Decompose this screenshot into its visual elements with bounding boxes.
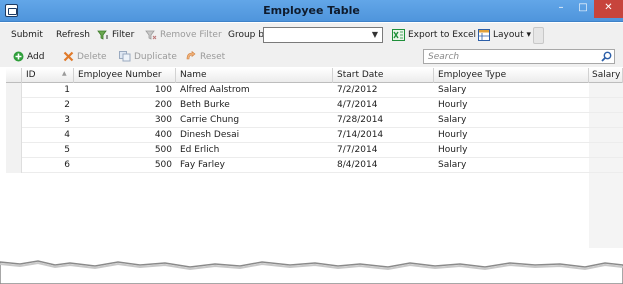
filter-button[interactable]: Filter xyxy=(97,23,134,47)
layout-label: Layout xyxy=(493,30,524,40)
table-row[interactable]: 5 500 Ed Erlich 7/7/2014 Hourly xyxy=(6,143,623,158)
cell-employee-number: 200 xyxy=(154,100,172,110)
cell-name: Dinesh Desai xyxy=(180,130,240,140)
table-row[interactable]: 6 500 Fay Farley 8/4/2014 Salary xyxy=(6,158,623,173)
cell-start-date: 7/28/2014 xyxy=(337,115,384,125)
refresh-button[interactable]: Refresh xyxy=(56,23,90,47)
row-selector[interactable] xyxy=(6,83,22,98)
cell-employee-number: 500 xyxy=(154,145,172,155)
cell-employee-type: Hourly xyxy=(438,100,468,110)
add-button[interactable]: Add xyxy=(13,47,44,67)
duplicate-icon xyxy=(119,51,131,62)
cell-name: Fay Farley xyxy=(180,160,225,170)
cell-id: 2 xyxy=(64,100,70,110)
excel-icon xyxy=(392,28,405,41)
layout-icon xyxy=(478,28,490,41)
layout-button[interactable]: Layout ▾ xyxy=(478,23,531,47)
row-selector[interactable] xyxy=(6,158,22,173)
cell-employee-type: Hourly xyxy=(438,130,468,140)
header-row-selector xyxy=(6,68,22,83)
cell-start-date: 7/14/2014 xyxy=(337,130,384,140)
torn-edge-decoration xyxy=(0,260,623,284)
search-icon[interactable] xyxy=(601,51,612,62)
export-excel-label: Export to Excel xyxy=(408,30,477,40)
row-selector[interactable] xyxy=(6,128,22,143)
duplicate-button[interactable]: Duplicate xyxy=(119,47,177,67)
table-row[interactable]: 2 200 Beth Burke 4/7/2014 Hourly xyxy=(6,98,623,113)
reset-label: Reset xyxy=(200,52,226,62)
cell-start-date: 7/2/2012 xyxy=(337,85,378,95)
row-selector[interactable] xyxy=(6,98,22,113)
duplicate-label: Duplicate xyxy=(134,52,177,62)
delete-label: Delete xyxy=(77,52,107,62)
cell-employee-number: 500 xyxy=(154,160,172,170)
cell-name: Ed Erlich xyxy=(180,145,220,155)
col-header-name[interactable]: Name xyxy=(176,68,333,83)
cell-name: Carrie Chung xyxy=(180,115,240,125)
cell-employee-number: 100 xyxy=(154,85,172,95)
sort-arrow-icon: ▲ xyxy=(62,70,67,77)
row-actions-toolbar: Add Delete Duplicate Reset xyxy=(0,47,623,67)
layout-caret: ▾ xyxy=(526,30,532,40)
col-header-employee-type[interactable]: Employee Type xyxy=(434,68,589,83)
cell-employee-number: 300 xyxy=(154,115,172,125)
export-excel-button[interactable]: Export to Excel xyxy=(392,23,476,47)
cell-start-date: 7/7/2014 xyxy=(337,145,378,155)
col-header-id[interactable]: ID ▲ xyxy=(22,68,74,83)
group-by-select[interactable]: ▼ xyxy=(263,27,383,43)
search-input[interactable] xyxy=(424,50,594,63)
row-selector[interactable] xyxy=(6,143,22,158)
delete-button[interactable]: Delete xyxy=(63,47,107,67)
col-header-salary[interactable]: Salary xyxy=(589,68,623,83)
funnel-remove-icon xyxy=(145,30,157,40)
close-button[interactable]: ✕ xyxy=(594,0,623,18)
cell-employee-type: Salary xyxy=(438,85,467,95)
cell-name: Alfred Aalstrom xyxy=(180,85,250,95)
window-title: Employee Table xyxy=(263,4,360,17)
table-row[interactable]: 4 400 Dinesh Desai 7/14/2014 Hourly xyxy=(6,128,623,143)
minimize-button[interactable]: – xyxy=(550,0,572,18)
cell-id: 5 xyxy=(64,145,70,155)
main-toolbar: Submit Refresh Filter Remove Filter Grou… xyxy=(0,23,623,47)
remove-filter-button[interactable]: Remove Filter xyxy=(145,23,222,47)
cell-employee-number: 400 xyxy=(154,130,172,140)
grid-header: ID ▲ Employee Number Name Start Date Emp… xyxy=(6,68,623,83)
table-row[interactable]: 3 300 Carrie Chung 7/28/2014 Salary xyxy=(6,113,623,128)
maximize-button[interactable]: □ xyxy=(572,0,594,18)
cell-id: 4 xyxy=(64,130,70,140)
reset-icon xyxy=(186,51,196,60)
col-header-employee-number[interactable]: Employee Number xyxy=(74,68,176,83)
row-selector[interactable] xyxy=(6,113,22,128)
cell-employee-type: Salary xyxy=(438,160,467,170)
col-header-start-date[interactable]: Start Date xyxy=(333,68,434,83)
cell-start-date: 4/7/2014 xyxy=(337,100,378,110)
reset-button[interactable]: Reset xyxy=(185,47,225,67)
cell-employee-type: Hourly xyxy=(438,145,468,155)
search-box xyxy=(423,49,615,64)
col-header-id-label: ID xyxy=(26,70,36,80)
x-icon xyxy=(63,51,74,62)
filter-label: Filter xyxy=(112,30,135,40)
chevron-down-icon: ▼ xyxy=(371,30,378,39)
remove-filter-label: Remove Filter xyxy=(160,30,222,40)
add-label: Add xyxy=(27,52,45,62)
cell-name: Beth Burke xyxy=(180,100,230,110)
cell-id: 3 xyxy=(64,115,70,125)
funnel-icon xyxy=(97,30,108,40)
cell-employee-type: Salary xyxy=(438,115,467,125)
cell-id: 1 xyxy=(64,85,70,95)
employee-grid: ID ▲ Employee Number Name Start Date Emp… xyxy=(6,68,623,248)
table-row[interactable]: 1 100 Alfred Aalstrom 7/2/2012 Salary xyxy=(6,83,623,98)
cell-start-date: 8/4/2014 xyxy=(337,160,378,170)
cell-id: 6 xyxy=(64,160,70,170)
plus-circle-icon xyxy=(13,51,24,62)
layout-grip[interactable] xyxy=(533,27,544,44)
window-titlebar: Employee Table – □ ✕ xyxy=(0,0,623,22)
submit-button[interactable]: Submit xyxy=(11,23,43,47)
